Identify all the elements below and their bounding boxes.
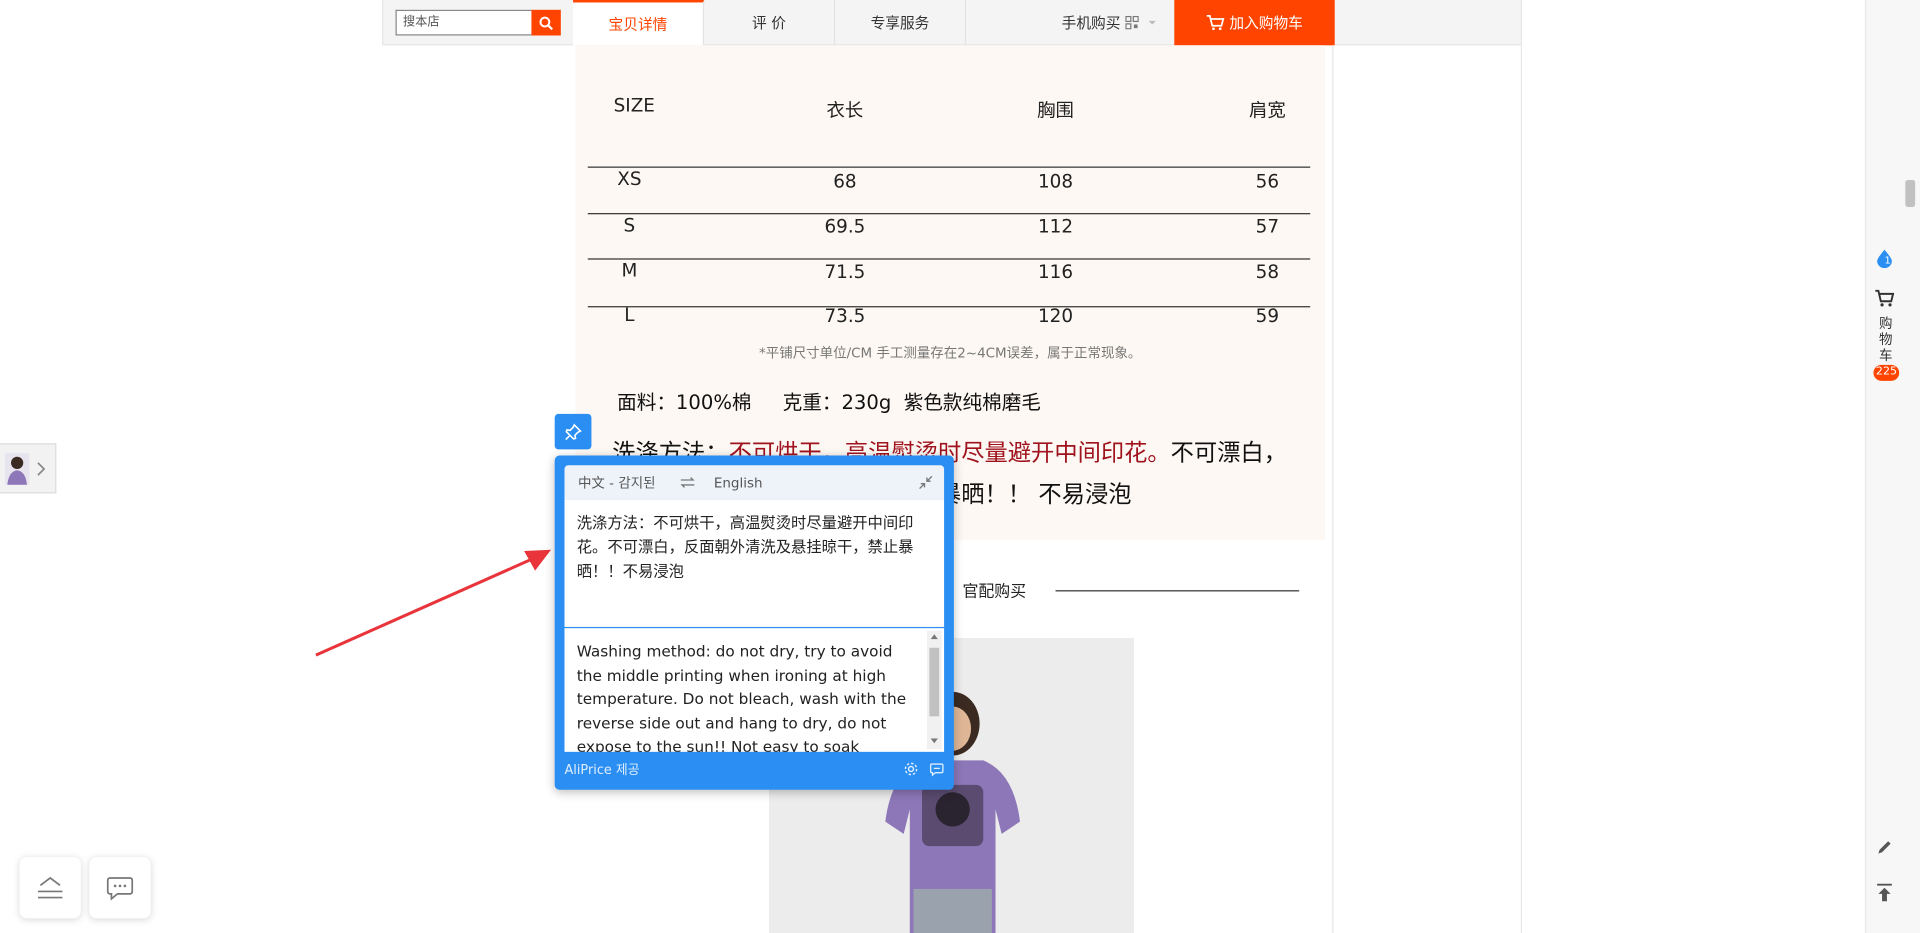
store-topbar: 搜本店 宝贝详情 评 价 专享服务 手机购买 加入购物车 xyxy=(382,0,1523,46)
right-toolbar xyxy=(1864,0,1920,933)
cell-length: 68 xyxy=(833,170,857,193)
cell-chest: 112 xyxy=(1037,215,1074,238)
source-language-selector[interactable]: 中文 - 감지된 xyxy=(578,473,656,493)
cell-length: 71.5 xyxy=(824,260,866,283)
product-thumbnail xyxy=(4,452,30,485)
settings-gear-icon[interactable] xyxy=(904,762,919,777)
language-bar: 中文 - 감지된 English xyxy=(564,465,945,500)
mobile-buy-button[interactable]: 手机购买 xyxy=(966,0,1174,45)
target-language-selector[interactable]: English xyxy=(714,474,763,490)
header-chest: 胸围 xyxy=(1037,99,1074,122)
official-buy-title: 官配购买 xyxy=(962,582,1027,602)
size-rows: M 71.5 116 58 xyxy=(588,258,1310,303)
collapse-icon[interactable] xyxy=(918,475,933,490)
table-row: XS 68 108 56 xyxy=(588,168,1310,213)
message-count: 1 xyxy=(1884,254,1891,266)
cell-shoulder: 57 xyxy=(1255,215,1280,238)
scroll-thumb[interactable] xyxy=(929,647,940,717)
stack-menu-icon xyxy=(37,876,63,899)
scroll-up-icon[interactable] xyxy=(930,634,938,640)
header-length: 衣长 xyxy=(826,99,864,122)
translation-scrollbar[interactable] xyxy=(926,630,942,750)
cell-size: L xyxy=(624,303,635,326)
size-rows: XS 68 108 56 xyxy=(588,168,1310,213)
chevron-right-icon xyxy=(37,461,46,476)
cell-size: M xyxy=(621,259,638,282)
tab-exclusive-service[interactable]: 专享服务 xyxy=(835,0,967,46)
feedback-icon[interactable] xyxy=(929,762,944,777)
recent-viewed-toggle[interactable] xyxy=(0,443,57,494)
menu-button[interactable] xyxy=(19,857,81,919)
source-text-area[interactable]: 洗涤方法：不可烘干，高温熨烫时尽量避开中间印花。不可漂白，反面朝外清洗及悬挂晾干… xyxy=(564,499,945,627)
size-rows: L 73.5 120 59 xyxy=(588,302,1310,347)
cell-size: XS xyxy=(617,167,642,190)
tab-reviews[interactable]: 评 价 xyxy=(704,0,836,46)
content-divider xyxy=(1520,45,1523,933)
cell-chest: 108 xyxy=(1037,170,1074,193)
divider xyxy=(1055,590,1300,592)
chat-bubble-icon xyxy=(106,877,134,901)
size-rows: S 69.5 112 57 xyxy=(588,213,1310,258)
translated-text-area[interactable]: Washing method: do not dry, try to avoid… xyxy=(564,628,945,752)
size-table-header: SIZE 衣长 胸围 肩宽 xyxy=(588,82,1310,127)
cell-size: S xyxy=(623,214,636,237)
qr-code-icon xyxy=(1125,15,1139,30)
fabric-info: 面料：100%棉 克重：230g 紫色款纯棉磨毛 xyxy=(617,390,1041,414)
edit-icon[interactable] xyxy=(1876,839,1893,856)
mobile-buy-label: 手机购买 xyxy=(1061,14,1121,32)
cell-length: 69.5 xyxy=(824,215,866,238)
content-divider xyxy=(1332,45,1334,933)
chat-button[interactable] xyxy=(89,857,151,919)
size-table: SIZE 衣长 胸围 肩宽 XS 68 108 56 S 69.5 112 57… xyxy=(587,82,1311,327)
add-to-cart-label: 加入购物车 xyxy=(1229,14,1303,32)
tab-item-details[interactable]: 宝贝详情 xyxy=(573,0,705,46)
cart-count-badge: 225 xyxy=(1873,364,1900,381)
table-row: M 71.5 116 58 xyxy=(588,258,1310,303)
page: 搜本店 宝贝详情 评 价 专享服务 手机购买 加入购物车 SIZE 衣长 胸围 … xyxy=(0,0,1920,933)
pin-icon xyxy=(565,422,582,440)
scroll-down-icon[interactable] xyxy=(930,738,938,744)
translation-popup: 中文 - 감지된 English 洗涤方法：不可烘干，高温熨烫时尽量避开中间印花… xyxy=(554,455,954,790)
header-shoulder: 肩宽 xyxy=(1248,99,1286,122)
add-to-cart-button[interactable]: 加入购物车 xyxy=(1174,0,1335,46)
search-button[interactable] xyxy=(531,9,561,36)
cell-shoulder: 58 xyxy=(1255,260,1280,283)
pin-button[interactable] xyxy=(554,413,592,450)
cell-length: 73.5 xyxy=(824,304,866,327)
cell-shoulder: 56 xyxy=(1255,170,1280,193)
swap-languages-icon[interactable] xyxy=(680,476,696,488)
cell-shoulder: 59 xyxy=(1255,304,1280,327)
sidebar-cart-label[interactable]: 购物车 xyxy=(1878,316,1893,364)
table-row: S 69.5 112 57 xyxy=(588,213,1310,258)
cell-chest: 116 xyxy=(1037,260,1074,283)
header-size: SIZE xyxy=(613,94,655,117)
page-scrollbar[interactable] xyxy=(1905,180,1916,207)
cell-chest: 120 xyxy=(1037,304,1074,327)
measurement-note: *平铺尺寸单位/CM 手工测量存在2~4CM误差，属于正常现象。 xyxy=(759,345,1142,362)
cart-icon[interactable] xyxy=(1875,289,1895,307)
cart-icon xyxy=(1206,15,1225,31)
back-to-top-icon[interactable] xyxy=(1876,883,1893,903)
provider-credit: AliPrice 제공 xyxy=(564,762,640,778)
table-row: L 73.5 120 59 xyxy=(588,302,1310,347)
search-icon xyxy=(539,16,554,30)
caret-down-icon xyxy=(1148,20,1156,24)
store-search-input[interactable]: 搜本店 xyxy=(395,9,532,36)
wash-suffix: 不可漂白， xyxy=(1170,439,1288,467)
